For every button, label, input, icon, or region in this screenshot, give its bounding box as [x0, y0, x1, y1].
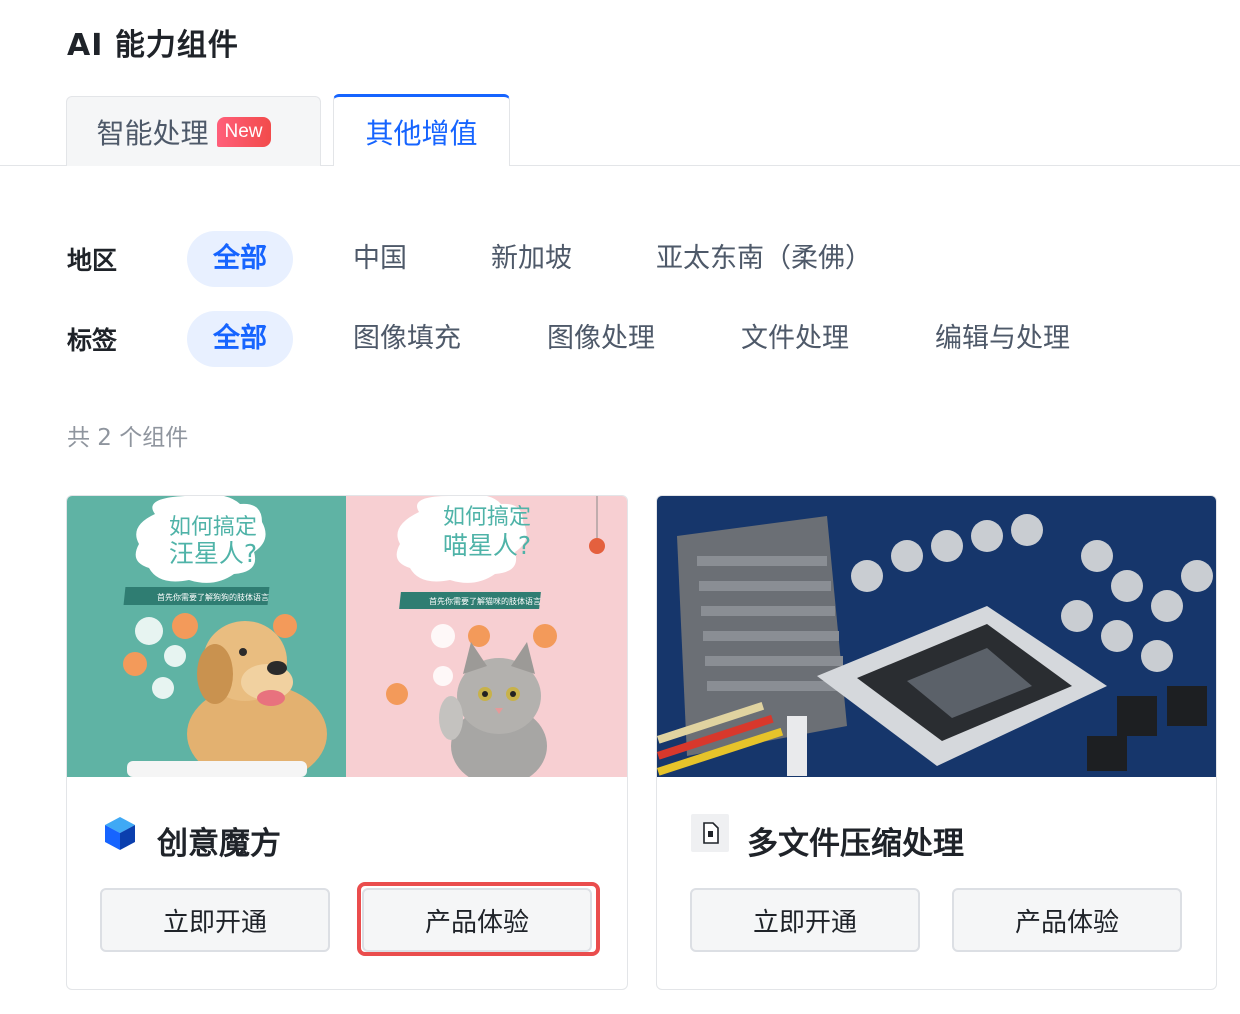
- right-cover-title-1: 如何搞定: [443, 505, 531, 530]
- card-title: 创意魔方: [157, 826, 281, 862]
- tag-chip-all[interactable]: 全部: [187, 311, 293, 367]
- region-chip-singapore[interactable]: 新加坡: [491, 231, 572, 287]
- tab-bar: 智能处理 New 其他增值: [0, 94, 1240, 166]
- card-cover-image[interactable]: 如何搞定 汪星人? 首先你需要了解狗狗的肢体语言 如何搞定 喵星人? 首先你需要…: [67, 496, 627, 777]
- tab-label: 其他增值: [365, 116, 478, 150]
- right-cover-title-2: 喵星人?: [443, 531, 531, 560]
- card-title: 多文件压缩处理: [747, 826, 964, 862]
- tag-filter-label: 标签: [67, 326, 118, 355]
- cube-icon: [105, 817, 135, 850]
- component-card-multi-file-compression: 多文件压缩处理 立即开通 产品体验: [656, 495, 1217, 990]
- tag-chip-file-processing[interactable]: 文件处理: [741, 311, 849, 367]
- region-chip-apac-southeast[interactable]: 亚太东南（柔佛）: [656, 231, 872, 287]
- new-badge: New: [216, 116, 271, 147]
- region-filter: 地区 全部 中国 新加坡 亚太东南（柔佛）: [67, 231, 872, 287]
- left-cover-title-1: 如何搞定: [169, 515, 257, 540]
- activate-button[interactable]: 立即开通: [100, 888, 330, 952]
- right-cover-subtitle: 首先你需要了解猫咪的肢体语言: [429, 596, 541, 606]
- tab-smart-processing[interactable]: 智能处理 New: [66, 96, 321, 166]
- tab-label: 智能处理: [96, 116, 209, 150]
- left-cover-subtitle: 首先你需要了解狗狗的肢体语言: [157, 592, 269, 602]
- product-trial-button[interactable]: 产品体验: [362, 888, 592, 952]
- activate-button[interactable]: 立即开通: [690, 888, 920, 952]
- tag-chip-image-processing[interactable]: 图像处理: [547, 311, 655, 367]
- region-chip-all[interactable]: 全部: [187, 231, 293, 287]
- tab-other-value-added[interactable]: 其他增值: [333, 94, 510, 166]
- region-filter-label: 地区: [67, 246, 118, 275]
- left-cover-title-2: 汪星人?: [169, 539, 257, 568]
- tag-filter: 标签 全部 图像填充 图像处理 文件处理 编辑与处理: [67, 311, 1070, 367]
- component-card-creative-cube: 如何搞定 汪星人? 首先你需要了解狗狗的肢体语言 如何搞定 喵星人? 首先你需要…: [66, 495, 628, 990]
- region-chip-china[interactable]: 中国: [353, 231, 407, 287]
- component-count: 共 2 个组件: [67, 425, 189, 451]
- tag-chip-edit-processing[interactable]: 编辑与处理: [935, 311, 1070, 367]
- page-title: AI 能力组件: [67, 28, 239, 63]
- tag-chip-image-fill[interactable]: 图像填充: [353, 311, 461, 367]
- zip-file-icon: [691, 814, 729, 852]
- product-trial-button[interactable]: 产品体验: [952, 888, 1182, 952]
- card-cover-image[interactable]: [657, 496, 1216, 777]
